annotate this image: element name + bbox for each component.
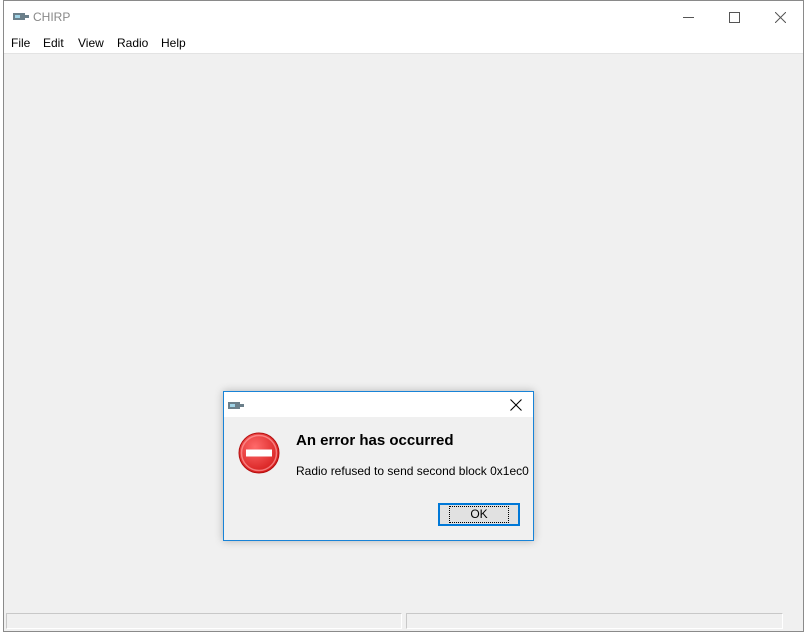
maximize-button[interactable] [711, 1, 757, 33]
chirp-app-icon [13, 13, 29, 20]
window-title: CHIRP [33, 10, 71, 24]
status-pane-right [406, 613, 783, 629]
menu-bar: File Edit View Radio Help [4, 33, 803, 54]
status-bar [4, 611, 803, 631]
close-icon [510, 398, 522, 411]
chirp-app-icon [228, 402, 244, 409]
error-icon [238, 432, 280, 474]
maximize-icon [728, 11, 740, 23]
minimize-button[interactable] [665, 1, 711, 33]
minimize-icon [682, 16, 694, 18]
ok-button-label: OK [449, 506, 509, 523]
title-bar[interactable]: CHIRP [4, 1, 803, 33]
status-pane-left [6, 613, 402, 629]
error-dialog: An error has occurred Radio refused to s… [223, 391, 534, 541]
menu-edit[interactable]: Edit [43, 36, 64, 50]
close-window-button[interactable] [757, 1, 803, 33]
ok-button[interactable]: OK [438, 503, 520, 526]
menu-file[interactable]: File [11, 36, 30, 50]
dialog-title-bar[interactable] [224, 392, 533, 417]
menu-help[interactable]: Help [161, 36, 186, 50]
menu-view[interactable]: View [78, 36, 104, 50]
dialog-heading: An error has occurred [296, 432, 454, 449]
close-icon [774, 11, 786, 23]
menu-radio[interactable]: Radio [117, 36, 148, 50]
dialog-close-button[interactable] [501, 392, 531, 417]
dialog-message: Radio refused to send second block 0x1ec… [296, 464, 529, 478]
